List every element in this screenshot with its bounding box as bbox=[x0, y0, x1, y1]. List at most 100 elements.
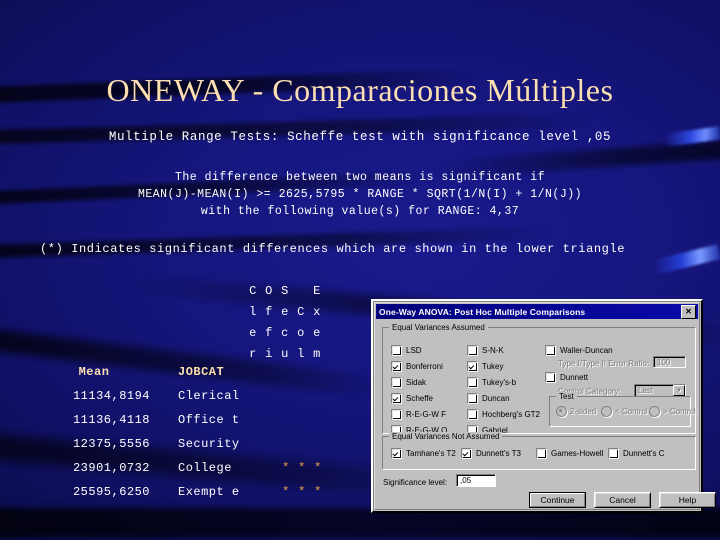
slide-title: ONEWAY - Comparaciones Múltiples bbox=[106, 72, 614, 108]
radio-2-sided[interactable]: 2-sided bbox=[556, 406, 596, 417]
checkbox-box bbox=[467, 393, 478, 404]
letter-grid-cell: x bbox=[313, 305, 321, 319]
cancel-button[interactable]: Cancel bbox=[594, 492, 651, 508]
checkbox-dunnett-s-c[interactable]: Dunnett's C bbox=[608, 448, 665, 459]
significance-level-label: Significance level: bbox=[383, 478, 448, 487]
checkbox-label: Waller-Duncan bbox=[560, 346, 613, 355]
column-header-mean: Mean bbox=[78, 365, 110, 379]
cell-jobcat: Exempt e bbox=[178, 485, 240, 499]
checkbox-box bbox=[467, 361, 478, 372]
dialog-title: One-Way ANOVA: Post Hoc Multiple Compari… bbox=[379, 306, 586, 317]
checkbox-label: Scheffe bbox=[406, 394, 433, 403]
table-header-row: Mean JOBCAT bbox=[38, 360, 326, 384]
checkbox-bonferroni[interactable]: Bonferroni bbox=[391, 361, 443, 372]
checkbox-r-e-g-w-f[interactable]: R-E-G-W F bbox=[391, 409, 446, 420]
checkbox-waller-duncan[interactable]: Waller-Duncan bbox=[545, 345, 613, 356]
presentation-slide: ONEWAY - Comparaciones Múltiples Multipl… bbox=[0, 0, 720, 540]
checkbox-sidak[interactable]: Sidak bbox=[391, 377, 426, 388]
significance-star-icon: * bbox=[314, 461, 322, 475]
letter-grid-cell: S bbox=[281, 284, 289, 298]
radio-control[interactable]: < Control bbox=[601, 406, 648, 417]
letter-grid-cell: l bbox=[249, 305, 257, 319]
letter-grid-cell: f bbox=[265, 305, 273, 319]
checkbox-box bbox=[461, 448, 472, 459]
significance-star-icon: * bbox=[298, 485, 306, 499]
checkbox-s-n-k[interactable]: S-N-K bbox=[467, 345, 504, 356]
checkbox-box bbox=[467, 377, 478, 388]
checkbox-label: Tukey bbox=[482, 362, 504, 371]
cell-mean: 12375,5556 bbox=[72, 437, 150, 451]
checkbox-dunnett[interactable]: Dunnett bbox=[545, 372, 588, 383]
checkbox-box bbox=[467, 345, 478, 356]
error-ratio-label: Type I/Type II Error Ratio: bbox=[558, 359, 650, 368]
significance-level-input[interactable]: ,05 bbox=[456, 474, 496, 487]
cell-jobcat: Office t bbox=[178, 413, 240, 427]
cell-jobcat: Security bbox=[178, 437, 240, 451]
checkbox-tukey[interactable]: Tukey bbox=[467, 361, 504, 372]
checkbox-box bbox=[545, 372, 556, 383]
checkbox-box bbox=[608, 448, 619, 459]
table-row: 25595,6250 Exempt e * * * bbox=[38, 480, 326, 504]
checkbox-label: Tukey's-b bbox=[482, 378, 517, 387]
means-table: Mean JOBCAT 11134,8194 Clerical 11136,4118 Of… bbox=[38, 360, 326, 504]
cell-jobcat: Clerical bbox=[178, 389, 240, 403]
checkbox-box bbox=[536, 448, 547, 459]
letter-grid-row: lfeCx bbox=[245, 302, 325, 323]
checkbox-label: R-E-G-W F bbox=[406, 410, 446, 419]
letter-grid-cell: C bbox=[297, 305, 305, 319]
radio-label: 2-sided bbox=[570, 407, 597, 416]
checkbox-label: Duncan bbox=[482, 394, 510, 403]
checkbox-label: Hochberg's GT2 bbox=[482, 410, 540, 419]
letter-grid-cell: e bbox=[313, 326, 321, 340]
slide-subtitle: Multiple Range Tests: Scheffe test with … bbox=[108, 130, 612, 144]
cell-mean: 11136,4118 bbox=[72, 413, 150, 427]
checkbox-scheffe[interactable]: Scheffe bbox=[391, 393, 433, 404]
help-button[interactable]: Help bbox=[659, 492, 716, 508]
letter-grid-cell: e bbox=[249, 326, 257, 340]
radio-control[interactable]: > Control bbox=[649, 406, 696, 417]
checkbox-tamhane-s-t2[interactable]: Tamhane's T2 bbox=[391, 448, 456, 459]
checkbox-duncan[interactable]: Duncan bbox=[467, 393, 510, 404]
control-category-value: Last bbox=[638, 386, 654, 395]
formula-line-1: The difference between two means is sign… bbox=[174, 171, 546, 184]
checkbox-box bbox=[391, 361, 402, 372]
error-ratio-input[interactable]: 100 bbox=[653, 356, 686, 368]
checkbox-label: Games-Howell bbox=[551, 449, 604, 458]
checkbox-box bbox=[391, 409, 402, 420]
cell-mean: 11134,8194 bbox=[72, 389, 150, 403]
letter-grid-cell: e bbox=[281, 305, 289, 319]
checkbox-games-howell[interactable]: Games-Howell bbox=[536, 448, 603, 459]
table-row: 11136,4118 Office t bbox=[38, 408, 326, 432]
letter-grid-cell: c bbox=[281, 326, 289, 340]
checkbox-label: S-N-K bbox=[482, 346, 504, 355]
checkbox-box bbox=[391, 448, 402, 459]
column-header-jobcat: JOBCAT bbox=[178, 365, 225, 379]
chevron-down-icon[interactable]: ▼ bbox=[673, 385, 685, 396]
checkbox-dunnett-s-t3[interactable]: Dunnett's T3 bbox=[461, 448, 521, 459]
checkbox-label: Bonferroni bbox=[406, 362, 443, 371]
letter-grid-cell: O bbox=[265, 284, 273, 298]
unequal-variances-legend: Equal Variances Not Assumed bbox=[389, 432, 503, 441]
radio-label: > Control bbox=[663, 407, 696, 416]
button-label: Continue bbox=[530, 493, 585, 507]
table-row: 12375,5556 Security bbox=[38, 432, 326, 456]
continue-button[interactable]: Continue bbox=[529, 492, 586, 508]
letter-grid-row: COS E bbox=[245, 281, 325, 302]
close-icon[interactable]: ✕ bbox=[681, 304, 696, 319]
test-group-legend: Test bbox=[556, 392, 577, 401]
letter-grid-row: efcoe bbox=[245, 323, 325, 344]
column-letter-grid: COS ElfeCxefcoeriulm bbox=[245, 281, 325, 365]
dialog-titlebar[interactable]: One-Way ANOVA: Post Hoc Multiple Compari… bbox=[376, 304, 698, 319]
radio-circle bbox=[601, 406, 612, 417]
cell-mean: 23901,0732 bbox=[72, 461, 150, 475]
checkbox-tukey-s-b[interactable]: Tukey's-b bbox=[467, 377, 516, 388]
checkbox-lsd[interactable]: LSD bbox=[391, 345, 422, 356]
checkbox-hochberg-s-gt2[interactable]: Hochberg's GT2 bbox=[467, 409, 540, 420]
accent-streak-icon bbox=[653, 244, 720, 275]
checkbox-label: Dunnett's T3 bbox=[476, 449, 521, 458]
letter-grid-cell: C bbox=[249, 284, 257, 298]
significance-indicator-note: (*) Indicates significant differences wh… bbox=[40, 242, 626, 256]
table-row: 23901,0732 College * * * bbox=[38, 456, 326, 480]
letter-grid-cell: f bbox=[265, 326, 273, 340]
formula-line-2: MEAN(J)-MEAN(I) >= 2625,5795 * RANGE * S… bbox=[137, 188, 583, 201]
